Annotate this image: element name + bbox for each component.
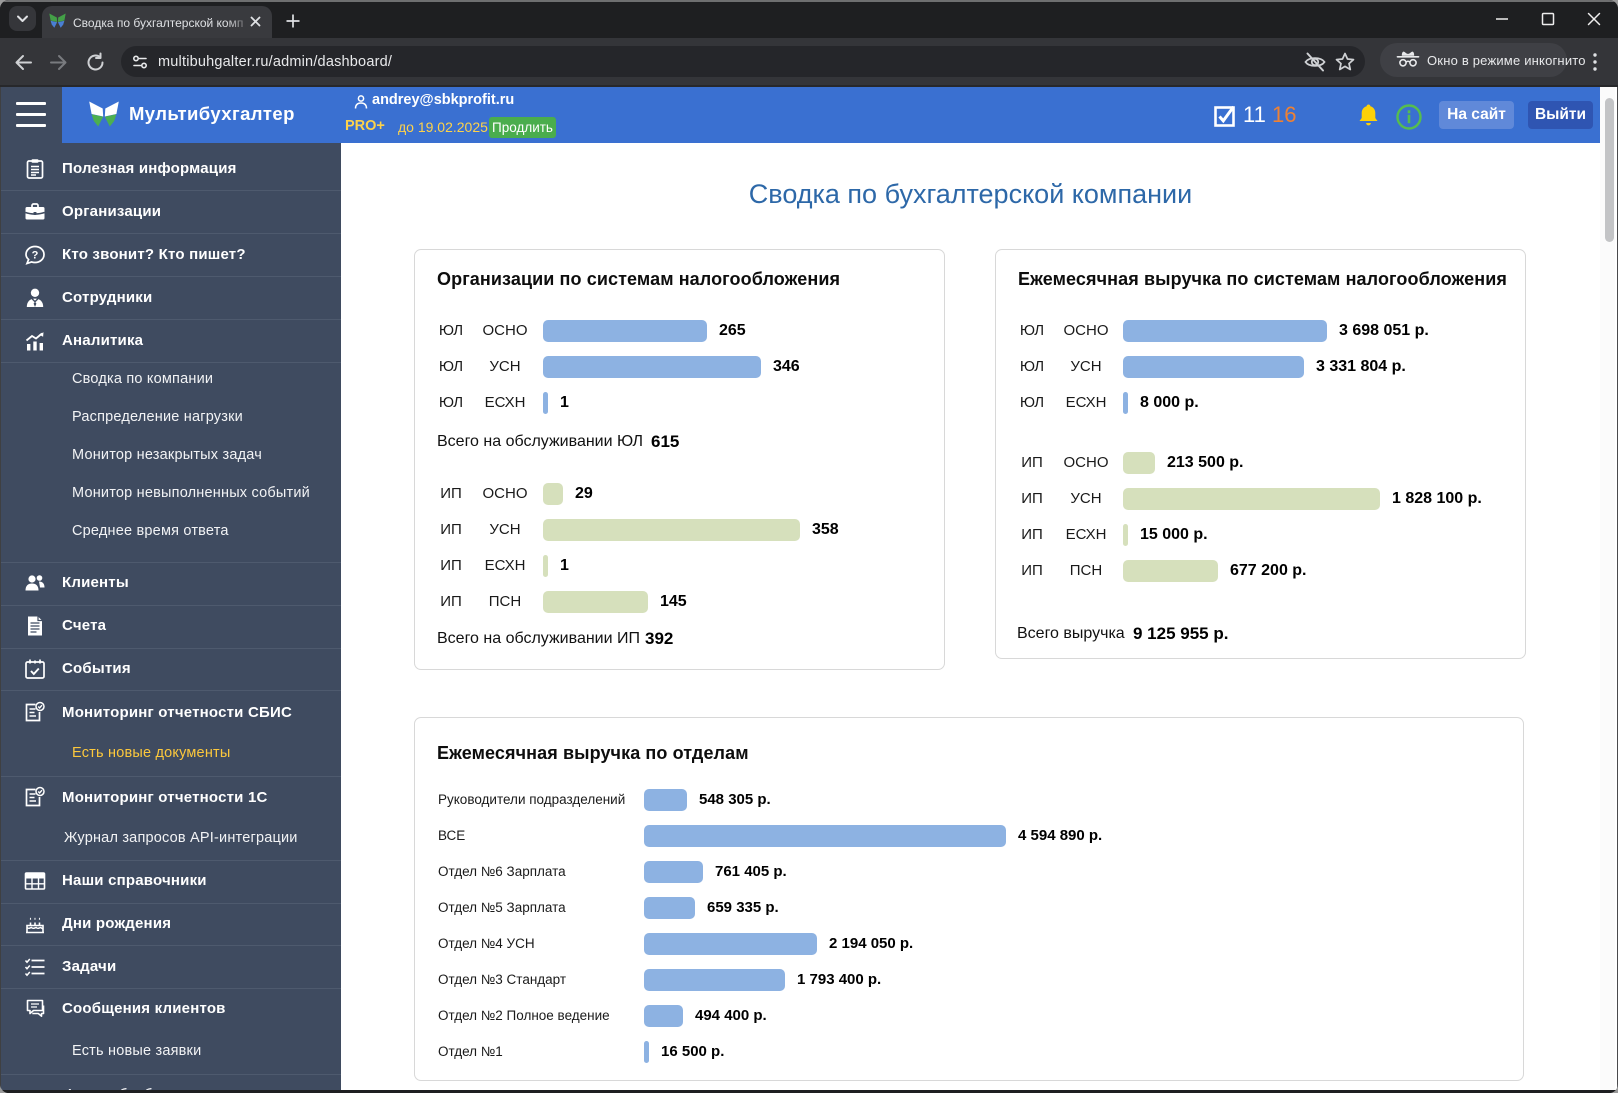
svg-text:?: ? (32, 249, 39, 261)
